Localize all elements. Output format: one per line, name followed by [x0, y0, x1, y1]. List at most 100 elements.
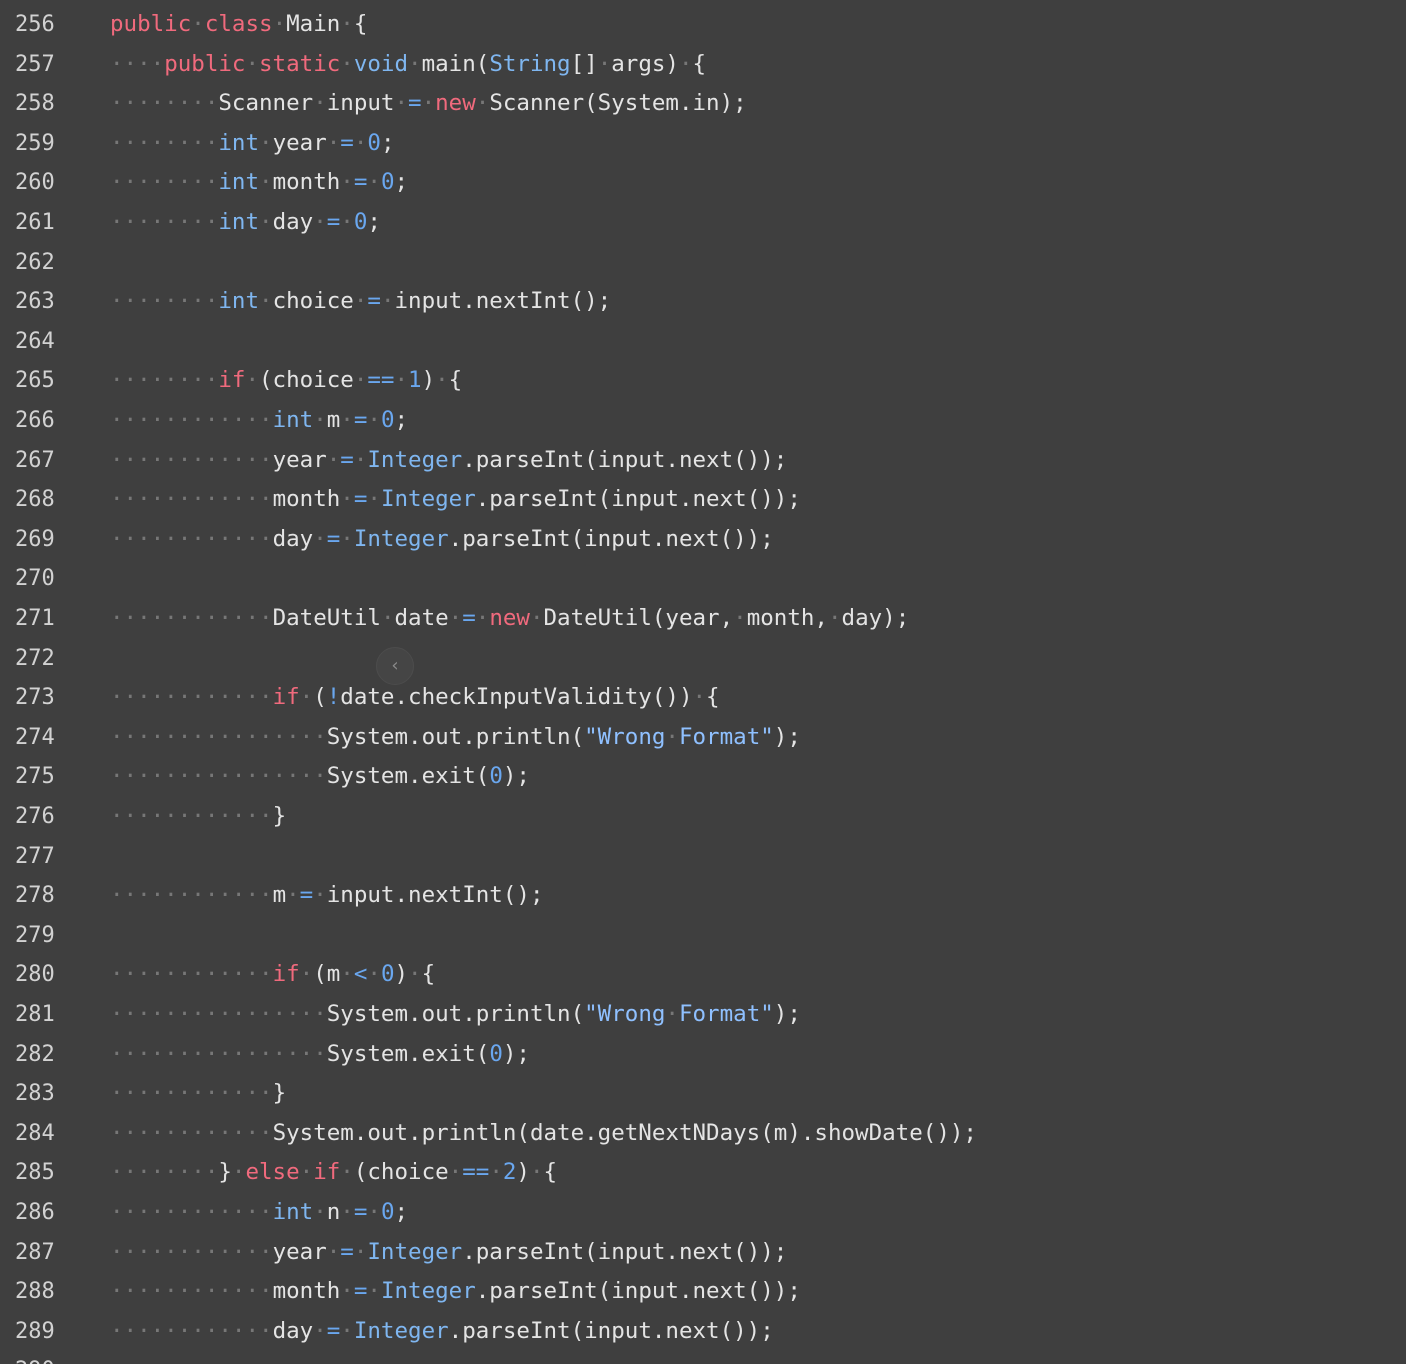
- operator-token: !: [326, 684, 341, 711]
- whitespace-marker: ············: [110, 1199, 273, 1225]
- code-line[interactable]: ············if·(!date.checkInputValidity…: [110, 678, 720, 718]
- line-number: 257: [15, 51, 55, 77]
- code-line[interactable]: ····public·static·void·main(String[]·arg…: [110, 45, 706, 85]
- line-number: 283: [15, 1081, 55, 1107]
- whitespace-marker: ·: [259, 288, 273, 315]
- code-line[interactable]: ············year·=·Integer.parseInt(inpu…: [110, 441, 787, 481]
- code-line[interactable]: ················System.out.println("Wron…: [110, 718, 801, 758]
- line-number: 266: [15, 408, 55, 433]
- whitespace-marker: ·: [191, 11, 205, 37]
- code-token: {: [543, 1159, 558, 1186]
- whitespace-marker: ·: [326, 1238, 341, 1265]
- code-line[interactable]: ········int·month·=·0;: [110, 163, 408, 203]
- type-token: Integer: [367, 446, 463, 473]
- type-token: Integer: [380, 486, 476, 513]
- code-line[interactable]: ········int·day·=·0;: [110, 203, 381, 243]
- code-line[interactable]: ············System.out.println(date.getN…: [110, 1114, 977, 1154]
- code-line[interactable]: ········Scanner·input·=·new·Scanner(Syst…: [110, 84, 747, 124]
- whitespace-marker: ·: [299, 1159, 314, 1186]
- whitespace-marker: ········: [110, 129, 219, 156]
- code-line[interactable]: ············int·m·=·0;: [110, 401, 408, 441]
- keyword-token: public: [164, 50, 246, 77]
- number-token: 0: [353, 209, 368, 235]
- whitespace-marker: ········: [110, 288, 219, 315]
- whitespace-marker: ········: [110, 90, 219, 117]
- whitespace-marker: ·: [665, 723, 679, 750]
- number-token: 0: [489, 1040, 503, 1067]
- whitespace-marker: ····: [110, 50, 165, 77]
- code-line[interactable]: ············if·(m·<·0)·{: [110, 955, 435, 995]
- whitespace-marker: ········: [110, 1159, 219, 1186]
- line-number: 282: [15, 1041, 55, 1067]
- line-number: 259: [15, 130, 55, 156]
- number-token: 0: [380, 407, 395, 433]
- line-number: 269: [15, 526, 55, 552]
- code-line[interactable]: ················System.out.println("Wron…: [110, 995, 801, 1035]
- code-line[interactable]: ············month·=·Integer.parseInt(inp…: [110, 1272, 801, 1312]
- code-line[interactable]: ············m·=·input.nextInt();: [110, 876, 544, 916]
- code-line[interactable]: ············day·=·Integer.parseInt(input…: [110, 1312, 774, 1352]
- code-token: month: [272, 169, 341, 196]
- whitespace-marker: ·: [353, 446, 368, 473]
- type-token: void: [353, 50, 409, 77]
- whitespace-marker: ·: [380, 605, 395, 631]
- whitespace-marker: ············: [110, 605, 273, 631]
- number-token: 0: [380, 169, 395, 196]
- whitespace-marker: ·: [259, 209, 273, 235]
- whitespace-marker: ········: [110, 169, 219, 196]
- code-line[interactable]: ············DateUtil·date·=·new·DateUtil…: [110, 599, 909, 639]
- whitespace-marker: ·: [231, 1159, 246, 1186]
- whitespace-marker: ············: [110, 684, 273, 711]
- code-line[interactable]: ············day·=·Integer.parseInt(input…: [110, 520, 774, 560]
- code-token: (choice: [353, 1159, 449, 1186]
- code-token: ;: [394, 1199, 409, 1225]
- whitespace-marker: ·: [286, 882, 300, 909]
- code-token: System.out.println(: [326, 1001, 585, 1027]
- whitespace-marker: ·: [475, 605, 490, 631]
- whitespace-marker: ·: [326, 129, 341, 156]
- whitespace-marker: ·: [313, 1199, 327, 1225]
- number-token: 0: [380, 1199, 395, 1225]
- keyword-token: else: [245, 1159, 300, 1186]
- code-token: ;: [394, 407, 409, 433]
- code-line[interactable]: ············month·=·Integer.parseInt(inp…: [110, 480, 801, 520]
- string-token: "Wrong: [584, 723, 666, 750]
- whitespace-marker: ·: [340, 486, 354, 513]
- string-token: "Wrong: [584, 1001, 666, 1027]
- code-line[interactable]: ············}: [110, 797, 286, 837]
- keyword-token: if: [272, 684, 300, 711]
- whitespace-marker: ·: [367, 407, 381, 433]
- code-line[interactable]: ············year·=·Integer.parseInt(inpu…: [110, 1233, 787, 1273]
- line-number-gutter: 256 257 258 259 260 261 262 263 264 265 266 267 268 2…: [0, 0, 80, 1364]
- code-token: DateUtil: [272, 605, 381, 631]
- line-number: 289: [15, 1318, 55, 1344]
- whitespace-marker: ·: [448, 1159, 463, 1186]
- whitespace-marker: ············: [110, 1317, 273, 1344]
- whitespace-marker: ·: [665, 1001, 679, 1027]
- code-line[interactable]: ········int·choice·=·input.nextInt();: [110, 282, 611, 322]
- code-token: .parseInt(input.next());: [448, 1317, 774, 1344]
- code-line[interactable]: ················System.exit(0);: [110, 757, 530, 797]
- code-editor[interactable]: 256 257 258 259 260 261 262 263 264 265 266 267 268 2…: [0, 0, 1406, 1364]
- whitespace-marker: ·: [313, 209, 327, 235]
- operator-token: =: [462, 605, 476, 631]
- code-line[interactable]: ················System.exit(0);: [110, 1035, 530, 1075]
- whitespace-marker: ·: [827, 605, 842, 631]
- whitespace-marker: ·: [529, 605, 544, 631]
- number-token: 0: [367, 129, 381, 156]
- keyword-token: class: [204, 11, 273, 37]
- code-line[interactable]: public·class·Main·{: [110, 5, 367, 45]
- code-token: {: [421, 961, 436, 988]
- string-token: Format": [678, 1001, 774, 1027]
- type-token: Integer: [380, 1278, 476, 1305]
- keyword-token: new: [489, 605, 530, 631]
- code-line[interactable]: ············}: [110, 1074, 286, 1114]
- code-line[interactable]: ········}·else·if·(choice·==·2)·{: [110, 1153, 557, 1193]
- code-area[interactable]: public·class·Main·{····public·static·voi…: [110, 0, 1406, 1364]
- operator-token: =: [326, 1317, 341, 1344]
- code-line[interactable]: ············int·n·=·0;: [110, 1193, 408, 1233]
- collapse-button[interactable]: ‹: [376, 647, 414, 685]
- code-line[interactable]: ········int·year·=·0;: [110, 124, 394, 164]
- code-line[interactable]: ········if·(choice·==·1)·{: [110, 361, 462, 401]
- whitespace-marker: ·: [340, 1199, 354, 1225]
